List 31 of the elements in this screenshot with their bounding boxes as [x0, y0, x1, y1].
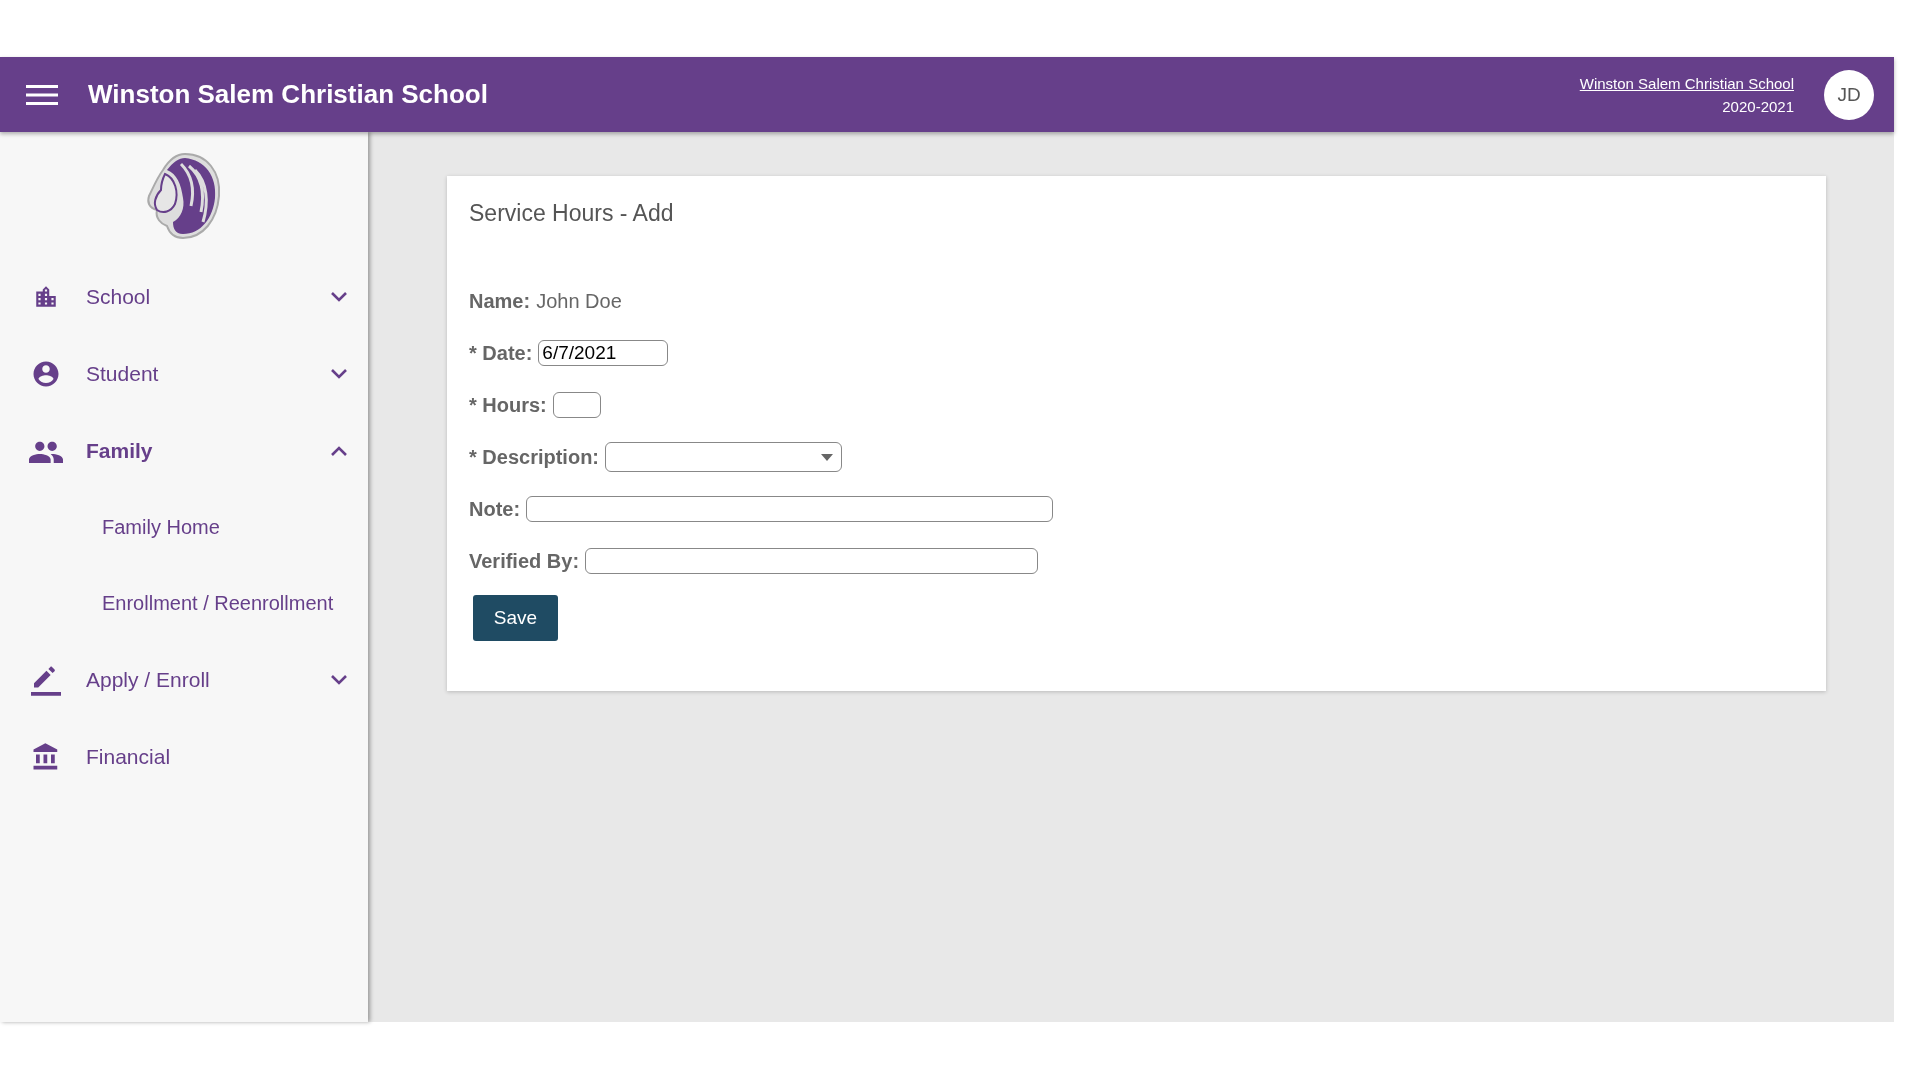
field-label: * Description: — [469, 445, 600, 469]
menu-icon[interactable] — [26, 83, 58, 106]
nav-item[interactable]: Student — [0, 335, 368, 412]
school-link[interactable]: Winston Salem Christian School — [1579, 74, 1794, 92]
chevron-up-icon[interactable] — [330, 444, 348, 457]
form-title: Service Hours - Add — [469, 200, 675, 227]
field-label: * Date: — [469, 341, 533, 365]
nav-subitem[interactable]: Enrollment / Reenrollment — [102, 591, 334, 615]
input-field[interactable] — [585, 548, 1039, 574]
field-label: Verified By: — [469, 549, 580, 573]
name-value: John Doe — [536, 289, 622, 313]
caret-icon — [821, 453, 834, 461]
field-label: Note: — [469, 497, 521, 521]
nav-item[interactable]: Apply / Enroll — [0, 641, 368, 718]
field-label: Name: — [469, 289, 531, 313]
save-button[interactable]: Save — [473, 595, 558, 641]
chevron-down-icon[interactable] — [330, 367, 348, 380]
user-avatar[interactable]: JD — [1824, 69, 1874, 120]
nav-item[interactable]: Financial — [0, 718, 368, 795]
chevron-down-icon[interactable] — [330, 673, 348, 686]
app-title: Winston Salem Christian School — [88, 79, 488, 110]
input-field[interactable]: 6/7/2021 — [538, 340, 669, 366]
chevron-down-icon[interactable] — [330, 290, 348, 303]
field-label: * Hours: — [469, 393, 547, 417]
nav-subitem[interactable]: Family Home — [102, 515, 220, 539]
input-field[interactable] — [552, 392, 601, 418]
nav-item[interactable]: School — [0, 258, 368, 335]
dropdown-field[interactable] — [605, 442, 843, 472]
input-field[interactable] — [526, 496, 1054, 522]
nav-item[interactable]: Family — [0, 412, 368, 489]
school-year: 2020-2021 — [1721, 96, 1794, 117]
